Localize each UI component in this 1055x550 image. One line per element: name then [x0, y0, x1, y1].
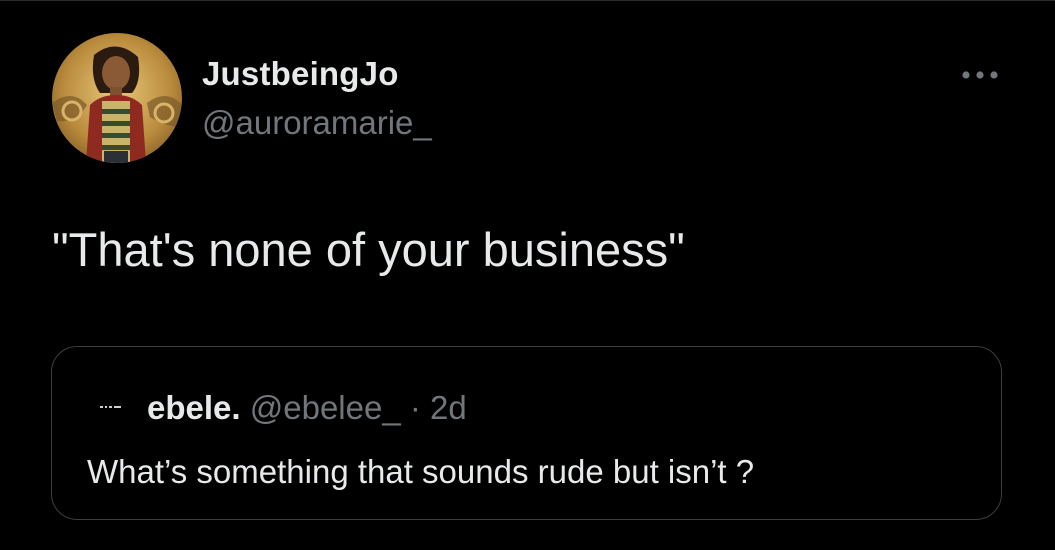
quote-separator: · [400, 389, 431, 426]
author-name[interactable]: JustbeingJo [202, 55, 399, 93]
tweet: JustbeingJo @auroramarie_ "That's none o… [0, 0, 1055, 550]
quote-header: ebele. @ebelee_ · 2d [147, 389, 467, 427]
author-handle[interactable]: @auroramarie_ [202, 104, 432, 142]
quote-timestamp[interactable]: 2d [430, 389, 467, 426]
more-options-button[interactable] [957, 62, 1003, 88]
quoted-tweet-card[interactable]: ebele. @ebelee_ · 2d What’s something th… [51, 346, 1002, 520]
avatar[interactable] [52, 33, 182, 163]
quote-author-name[interactable]: ebele. [147, 389, 241, 426]
quote-text: What’s something that sounds rude but is… [87, 453, 755, 490]
avatar-image [52, 33, 182, 163]
quote-author-handle[interactable]: @ebelee_ [250, 389, 401, 426]
quote-avatar[interactable] [100, 403, 122, 411]
tweet-text: "That's none of your business" [52, 223, 685, 276]
more-horizontal-icon [962, 71, 998, 79]
